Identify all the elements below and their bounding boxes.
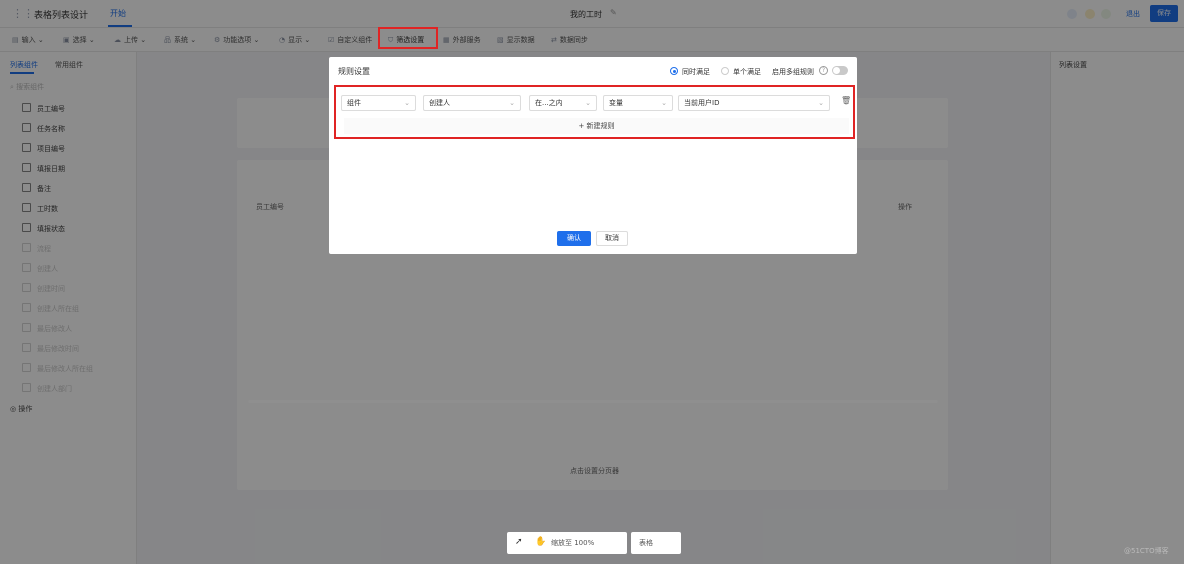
mode-select[interactable]: 表格 xyxy=(631,532,681,554)
radio-checked-icon xyxy=(670,67,678,75)
cancel-button[interactable]: 取消 xyxy=(596,231,628,246)
field-type-select[interactable]: 组件 ⌄ xyxy=(341,95,416,111)
value-select[interactable]: 当前用户ID ⌄ xyxy=(678,95,830,111)
radio-any-match[interactable]: 单个满足 xyxy=(721,67,761,77)
help-icon[interactable]: ? xyxy=(819,66,828,75)
rule-settings-dialog: 规则设置 同时满足 单个满足 启用多组规则 ? 组件 ⌄ 创建人 ⌄ 在...之内 ⌄… xyxy=(329,57,857,254)
chevron-down-icon: ⌄ xyxy=(509,99,515,107)
chevron-down-icon: ⌄ xyxy=(661,99,667,107)
hand-icon[interactable]: ✋ xyxy=(535,537,546,547)
confirm-button[interactable]: 确认 xyxy=(557,231,591,246)
dialog-title: 规则设置 xyxy=(338,67,370,76)
radio-unchecked-icon xyxy=(721,67,729,75)
delete-icon[interactable]: 🗑 xyxy=(841,96,851,105)
pointer-icon[interactable]: ➚ xyxy=(515,537,523,547)
multi-group-toggle[interactable] xyxy=(832,66,848,75)
operator-select[interactable]: 在...之内 ⌄ xyxy=(529,95,597,111)
table-scrollbar[interactable] xyxy=(248,400,938,403)
zoom-select[interactable]: 缩放至 100% xyxy=(551,538,594,548)
chevron-down-icon: ⌄ xyxy=(818,99,824,107)
rule-row-highlight: 组件 ⌄ 创建人 ⌄ 在...之内 ⌄ 变量 ⌄ 当前用户ID ⌄ 🗑 + 新建规则 xyxy=(334,85,855,139)
value-type-select[interactable]: 变量 ⌄ xyxy=(603,95,673,111)
radio-all-match[interactable]: 同时满足 xyxy=(670,67,710,77)
watermark: @51CTO博客 xyxy=(1124,547,1169,555)
chevron-down-icon: ⌄ xyxy=(585,99,591,107)
mode-label: 表格 xyxy=(639,539,653,547)
add-rule-button[interactable]: + 新建规则 xyxy=(344,118,849,134)
multi-group-label: 启用多组规则 xyxy=(772,68,814,76)
chevron-down-icon: ⌄ xyxy=(404,99,410,107)
toolbar-highlight xyxy=(378,27,438,49)
canvas-tools: ➚ ✋ 缩放至 100% xyxy=(507,532,627,554)
field-select[interactable]: 创建人 ⌄ xyxy=(423,95,521,111)
plus-icon: + xyxy=(578,122,587,130)
